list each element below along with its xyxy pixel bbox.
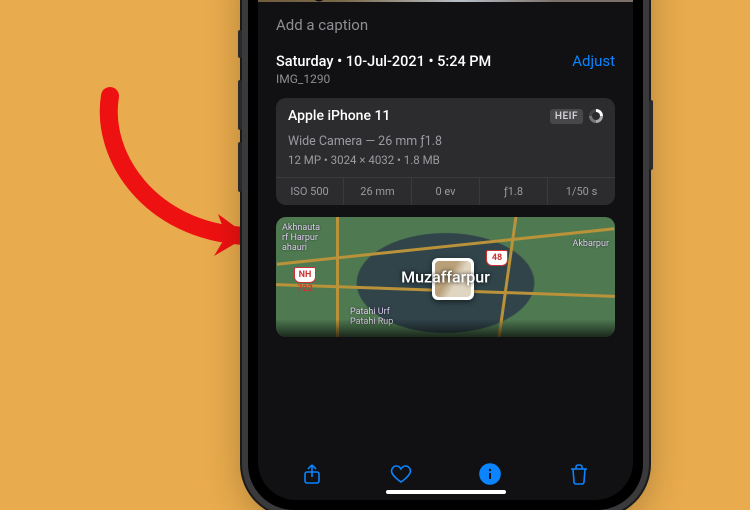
exif-row: ISO 500 26 mm 0 ev ƒ1.8 1/50 s (276, 177, 615, 205)
map-place-label: Akbarpur (573, 239, 610, 249)
iphone-frame: Add a caption Saturday • 10-Jul-2021 • 5… (248, 0, 643, 510)
info-icon[interactable] (476, 460, 504, 488)
filename: IMG_1290 (276, 72, 491, 86)
location-map[interactable]: NH 722 48 Akhnauta rf Harpur ahauri Akba… (276, 217, 615, 337)
image-spec: 12 MP • 3024 × 4032 • 1.8 MB (276, 151, 615, 177)
adjust-button[interactable]: Adjust (572, 52, 615, 70)
camera-metadata-card: Apple iPhone 11 HEIF Wide Camera — 26 mm… (276, 98, 615, 205)
photo-preview[interactable] (258, 0, 633, 2)
capture-datetime: Saturday • 10-Jul-2021 • 5:24 PM (276, 53, 491, 70)
caption-field[interactable]: Add a caption (258, 2, 633, 52)
share-icon[interactable] (298, 460, 326, 488)
exif-shutter: 1/50 s (548, 178, 615, 205)
exif-iso: ISO 500 (276, 178, 344, 205)
device-model: Apple iPhone 11 (288, 108, 390, 124)
home-indicator[interactable] (386, 490, 506, 494)
map-place-label: Akhnauta rf Harpur ahauri (282, 223, 320, 253)
heart-icon[interactable] (387, 460, 415, 488)
exif-ev: 0 ev (412, 178, 480, 205)
format-badge: HEIF (550, 109, 583, 124)
exif-aperture: ƒ1.8 (480, 178, 548, 205)
exif-focal: 26 mm (344, 178, 412, 205)
route-shield: NH 722 (294, 267, 316, 283)
route-shield: 48 (486, 250, 508, 266)
lens-icon (589, 109, 603, 123)
lens-spec: Wide Camera — 26 mm ƒ1.8 (276, 128, 615, 151)
screen: Add a caption Saturday • 10-Jul-2021 • 5… (258, 0, 633, 500)
map-city-label: Muzaffarpur (401, 268, 490, 287)
trash-icon[interactable] (565, 460, 593, 488)
